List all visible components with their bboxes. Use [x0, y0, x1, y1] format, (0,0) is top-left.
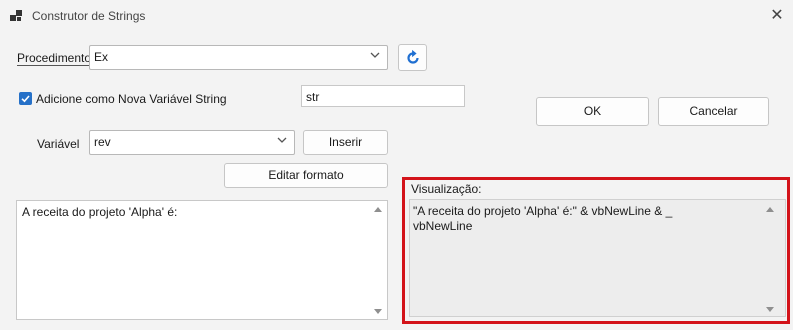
window-title: Construtor de Strings [32, 9, 146, 23]
string-editor[interactable]: A receita do projeto 'Alpha' é: [16, 200, 388, 320]
checkmark-icon [21, 95, 30, 103]
cancel-button[interactable]: Cancelar [658, 97, 769, 126]
add-as-new-checkbox[interactable] [19, 92, 32, 105]
procedimento-select[interactable]: Ex [89, 45, 388, 70]
refresh-button[interactable] [398, 44, 427, 71]
string-editor-text: A receita do projeto 'Alpha' é: [22, 205, 178, 219]
ok-button[interactable]: OK [536, 97, 649, 126]
close-icon[interactable]: ✕ [766, 5, 788, 27]
inserir-button[interactable]: Inserir [303, 130, 388, 155]
add-as-new-label: Adicione como Nova Variável String [36, 92, 227, 106]
chevron-down-icon [370, 52, 380, 58]
string-name-value: str [306, 90, 320, 104]
procedimento-label: Procedimento [17, 51, 92, 66]
highlight-frame [402, 177, 790, 324]
procedimento-value: Ex [94, 50, 109, 64]
variavel-label: Variável [37, 137, 80, 151]
chevron-down-icon [277, 137, 287, 143]
scroll-down-icon[interactable] [374, 309, 382, 314]
string-name-input[interactable]: str [301, 85, 465, 107]
refresh-icon [406, 49, 419, 64]
scroll-up-icon[interactable] [374, 207, 382, 212]
variavel-select[interactable]: rev [89, 130, 295, 155]
variavel-value: rev [94, 135, 111, 149]
app-icon [10, 10, 22, 21]
edit-format-button[interactable]: Editar formato [224, 163, 388, 188]
